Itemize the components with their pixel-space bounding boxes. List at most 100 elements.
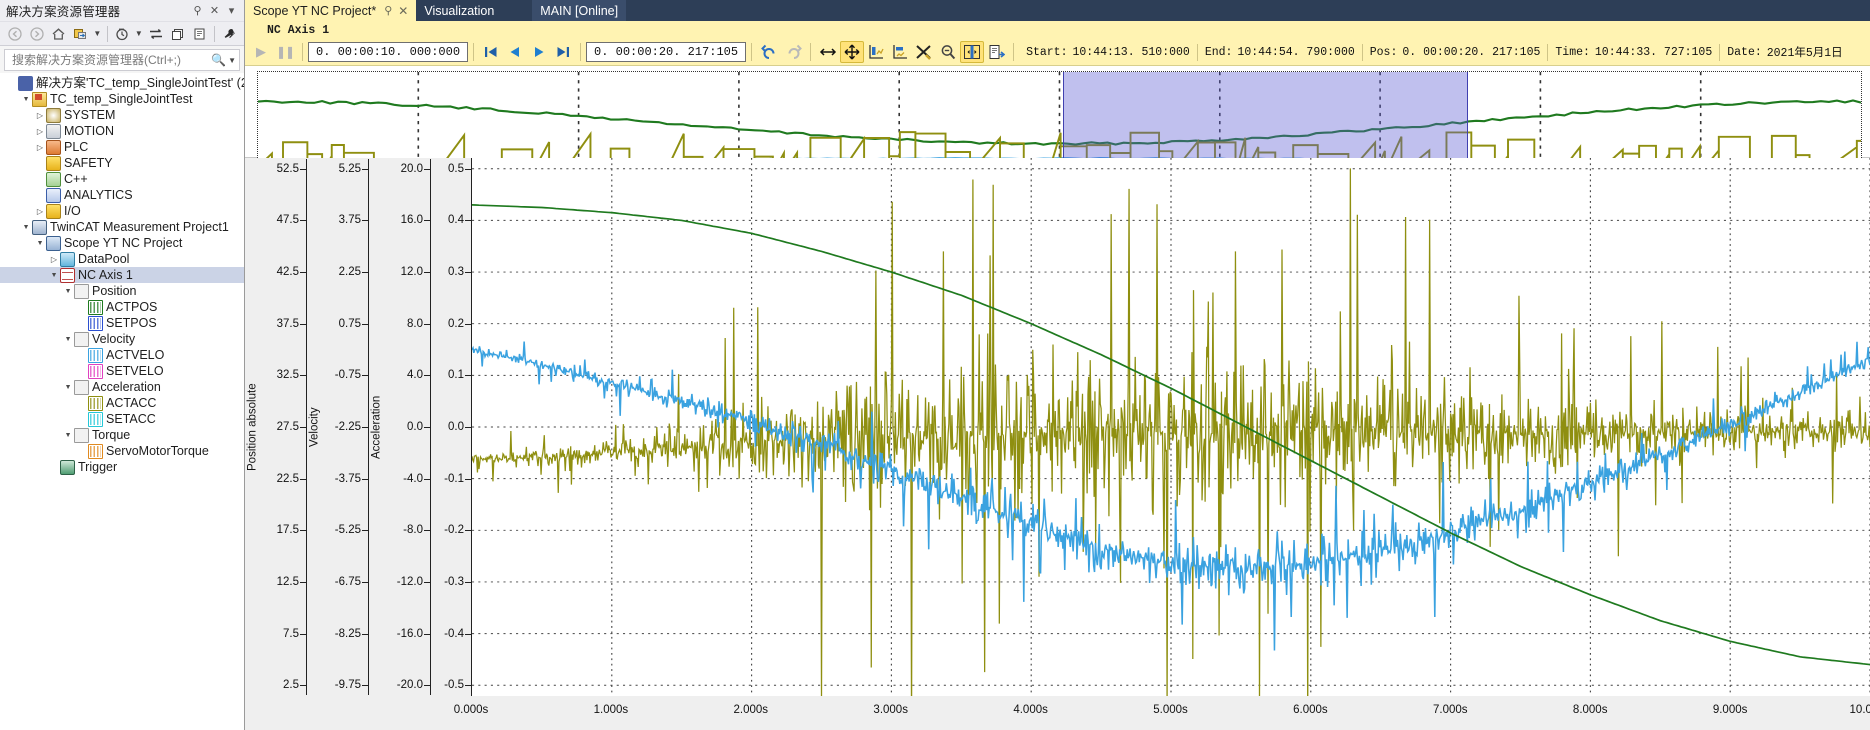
cursor-mode-icon[interactable] [960, 41, 984, 63]
clear-chart-icon[interactable] [912, 41, 936, 63]
chevron-down-icon[interactable]: ▼ [134, 23, 145, 44]
subtab-nc-axis-1[interactable]: NC Axis 1 [257, 22, 343, 39]
jump-to-end-icon[interactable] [551, 41, 575, 63]
channel-icon-glyph [90, 414, 101, 425]
tree-item-trigger[interactable]: Trigger [0, 459, 244, 475]
tree-item-datapool[interactable]: ▷DataPool [0, 251, 244, 267]
tree-item-tc-temp-singlejointtest[interactable]: ▲TC_temp_SingleJointTest [0, 91, 244, 107]
chevron-down-icon[interactable]: ▼ [92, 23, 103, 44]
y-tick-label: -8.25 [335, 628, 361, 640]
collapse-toggle-icon[interactable]: ▲ [62, 427, 74, 443]
toolbar-separator [580, 43, 581, 61]
overview-strip[interactable]: 10:44:1310:44:1710:44:2110:44:2510:44:30… [245, 66, 1870, 158]
tree-item-twincat-measurement-project1[interactable]: ▲TwinCAT Measurement Project1 [0, 219, 244, 235]
channel-icon-olive [88, 396, 103, 411]
tree-item-plc[interactable]: ▷PLC [0, 139, 244, 155]
collapse-toggle-icon[interactable]: ▲ [62, 283, 74, 299]
step-back-icon[interactable] [503, 41, 527, 63]
y-axis-torque[interactable]: 0.50.40.30.20.10.0-0.1-0.2-0.3-0.4-0.5 [431, 158, 471, 696]
collapse-toggle-icon[interactable]: ▲ [62, 379, 74, 395]
expand-toggle-icon[interactable]: ▷ [48, 251, 60, 267]
tree-item-acceleration[interactable]: ▲Acceleration [0, 379, 244, 395]
expand-toggle-icon[interactable]: ▷ [34, 139, 46, 155]
tab-main-online[interactable]: MAIN [Online] [532, 0, 626, 21]
forward-icon[interactable] [26, 23, 47, 44]
x-tick-label: 4.000s [1013, 704, 1048, 716]
collapse-all-icon[interactable] [167, 23, 188, 44]
tree-item-setvelo[interactable]: SETVELO [0, 363, 244, 379]
fit-x-axis-icon[interactable] [888, 41, 912, 63]
expand-toggle-icon[interactable]: ▷ [34, 203, 46, 219]
step-forward-icon[interactable] [527, 41, 551, 63]
y-axis-velocity[interactable]: Velocity5.253.752.250.75-0.75-2.25-3.75-… [307, 158, 369, 696]
search-box[interactable]: 🔍 ▼ [4, 49, 240, 71]
tab-pin-icon[interactable]: ⚲ [384, 4, 392, 17]
tab-visualization[interactable]: Visualization [416, 0, 502, 21]
fit-y-axis-icon[interactable] [864, 41, 888, 63]
tree-item-i-o[interactable]: ▷I/O [0, 203, 244, 219]
tree-item-safety[interactable]: SAFETY [0, 155, 244, 171]
tab-close-icon[interactable]: ✕ [398, 4, 408, 18]
tree-item-label: ACTACC [106, 395, 156, 411]
solution-icon [18, 76, 33, 91]
chevron-down-icon[interactable]: ▾ [223, 2, 240, 19]
y-tick-mark [300, 685, 306, 686]
chart-plot[interactable] [471, 158, 1870, 696]
collapse-toggle-icon[interactable]: ▲ [20, 91, 32, 107]
zoom-horizontal-icon[interactable] [816, 41, 840, 63]
show-all-files-icon[interactable] [189, 23, 210, 44]
y-axis-position-absolute[interactable]: Position absolute52.547.542.537.532.527.… [245, 158, 307, 696]
redo-zoom-icon[interactable] [781, 41, 805, 63]
tab-scope-yt-nc-project[interactable]: Scope YT NC Project*⚲✕ [245, 0, 416, 21]
record-start-icon[interactable]: ▶ [249, 41, 273, 63]
tree-item-actvelo[interactable]: ACTVELO [0, 347, 244, 363]
status-start: Start:10:44:13. 510:000 [1019, 43, 1197, 61]
tree-item-torque[interactable]: ▲Torque [0, 427, 244, 443]
tree-item-system[interactable]: ▷SYSTEM [0, 107, 244, 123]
record-pause-icon[interactable]: ❚❚ [273, 41, 297, 63]
tree-item-motion[interactable]: ▷MOTION [0, 123, 244, 139]
undo-zoom-icon[interactable] [757, 41, 781, 63]
collapse-toggle-icon[interactable]: ▲ [20, 219, 32, 235]
back-icon[interactable] [4, 23, 25, 44]
tree-item-position[interactable]: ▲Position [0, 283, 244, 299]
close-icon[interactable]: ✕ [206, 2, 223, 19]
sync-with-active-document-icon[interactable] [70, 23, 91, 44]
tree-item-velocity[interactable]: ▲Velocity [0, 331, 244, 347]
zoom-max-icon[interactable] [936, 41, 960, 63]
refresh-icon[interactable] [145, 23, 166, 44]
channel-icon-green [88, 300, 103, 315]
pending-changes-icon[interactable] [112, 23, 133, 44]
expand-toggle-icon[interactable]: ▷ [34, 123, 46, 139]
tree-item-nc-axis-1[interactable]: ▲NC Axis 1 [0, 267, 244, 283]
document-tabs[interactable]: Scope YT NC Project*⚲✕VisualizationMAIN … [245, 0, 1870, 21]
expand-toggle-icon[interactable]: ▷ [34, 107, 46, 123]
zoom-both-icon[interactable] [840, 41, 864, 63]
home-icon[interactable] [48, 23, 69, 44]
tree-item-setacc[interactable]: SETACC [0, 411, 244, 427]
solution-tree[interactable]: 解决方案'TC_temp_SingleJointTest' (2 个项目)▲TC… [0, 73, 244, 730]
tree-item-scope-yt-nc-project[interactable]: ▲Scope YT NC Project [0, 235, 244, 251]
collapse-toggle-icon[interactable]: ▲ [34, 235, 46, 251]
tree-item-servomotortorque[interactable]: ServoMotorTorque [0, 443, 244, 459]
tree-item-actacc[interactable]: ACTACC [0, 395, 244, 411]
y-tick-label: 0.0 [448, 421, 464, 433]
jump-to-start-icon[interactable] [479, 41, 503, 63]
tree-item-tc-temp-singlejointtest-2[interactable]: 解决方案'TC_temp_SingleJointTest' (2 个项目) [0, 75, 244, 91]
tree-item-setpos[interactable]: SETPOS [0, 315, 244, 331]
tree-item-c[interactable]: C++ [0, 171, 244, 187]
cursor-position-field[interactable]: 0. 00:00:20. 217:105 [586, 42, 746, 62]
y-axis-acceleration[interactable]: Acceleration20.016.012.08.04.00.0-4.0-8.… [369, 158, 431, 696]
tree-item-actpos[interactable]: ACTPOS [0, 299, 244, 315]
search-icon[interactable]: 🔍 [211, 53, 226, 67]
pin-icon[interactable]: ⚲ [189, 2, 206, 19]
search-input[interactable] [10, 52, 211, 68]
properties-icon[interactable] [219, 23, 240, 44]
tree-item-analytics[interactable]: ANALYTICS [0, 187, 244, 203]
collapse-toggle-icon[interactable]: ▲ [62, 331, 74, 347]
scope-toolbar: ▶ ❚❚ 0. 00:00:10. 000:000 0. 00:00:20. 2… [245, 39, 1870, 66]
record-length-field[interactable]: 0. 00:00:10. 000:000 [308, 42, 468, 62]
chevron-down-icon[interactable]: ▼ [228, 56, 236, 65]
collapse-toggle-icon[interactable]: ▲ [48, 267, 60, 283]
copy-to-clipboard-icon[interactable] [984, 41, 1008, 63]
